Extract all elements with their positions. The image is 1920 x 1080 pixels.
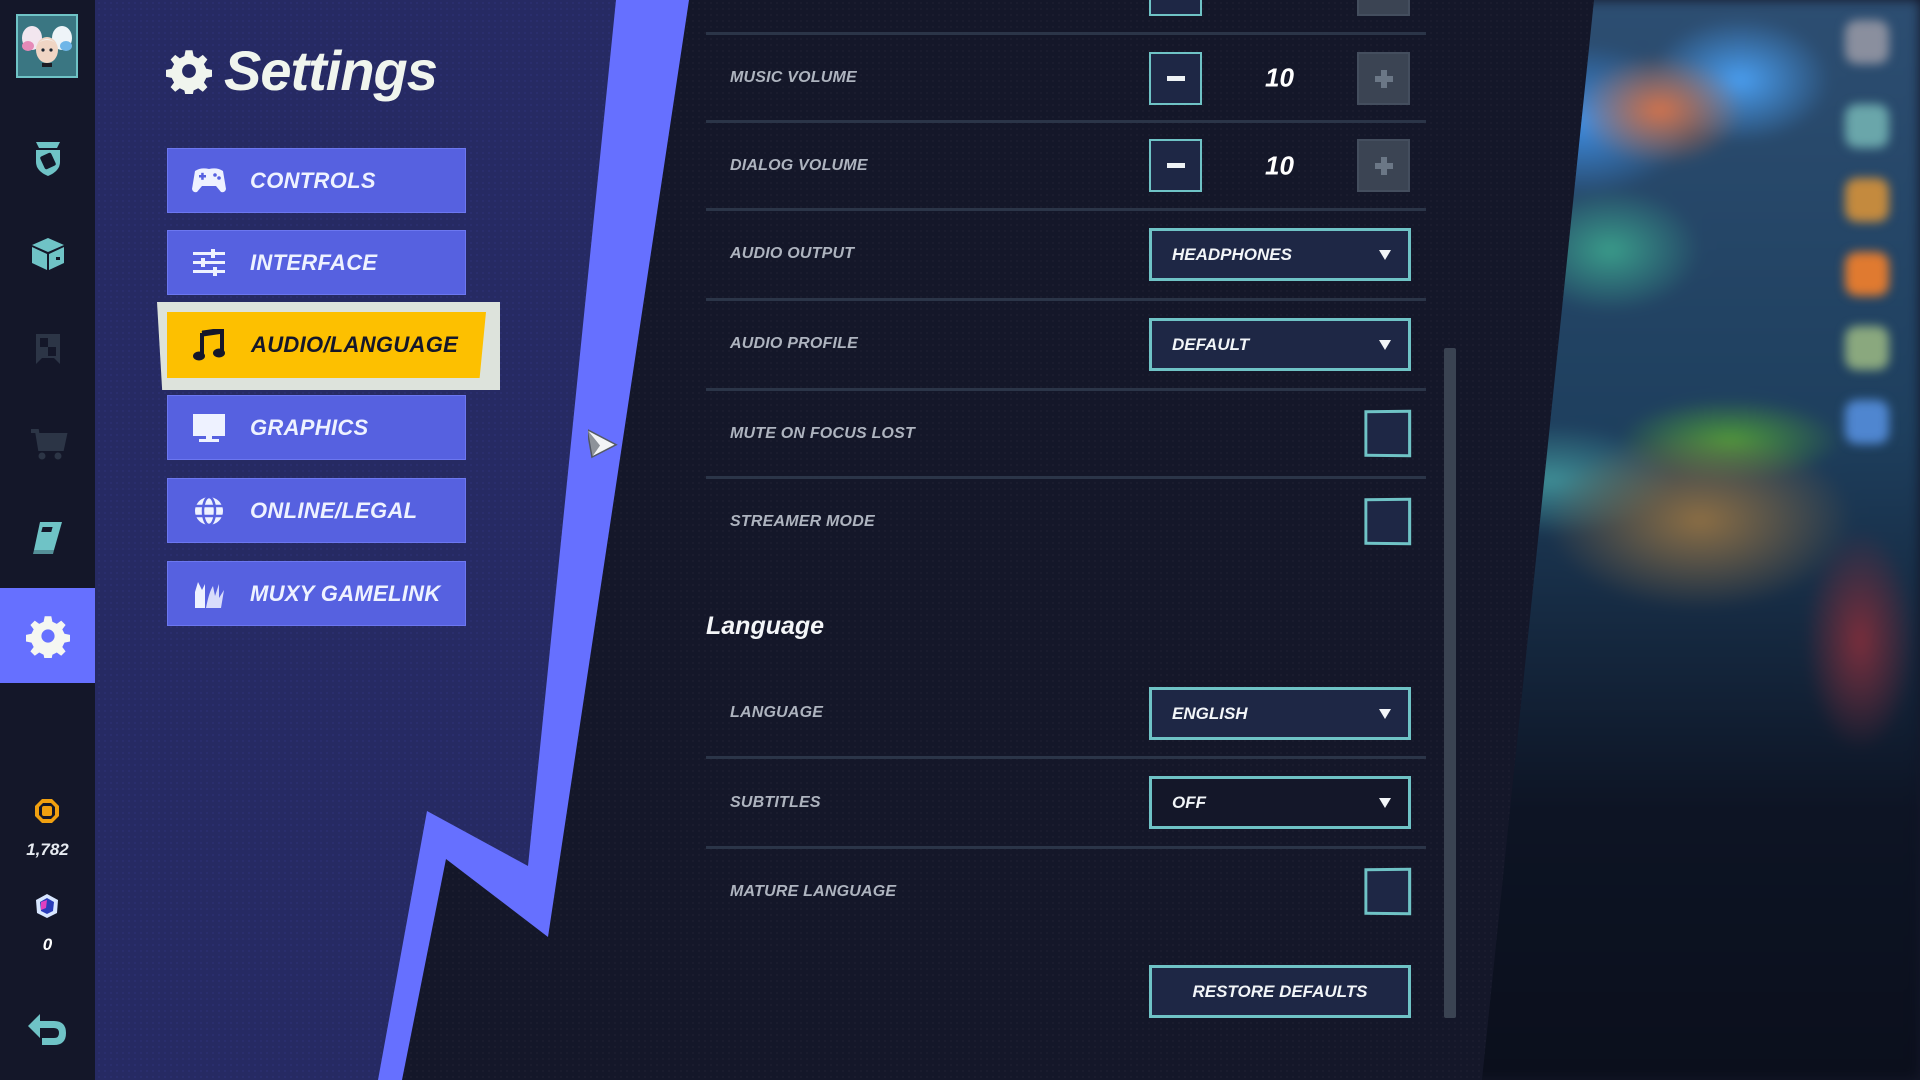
box-icon: [31, 238, 64, 270]
setting-label: AUDIO OUTPUT: [730, 245, 855, 262]
row-divider: [706, 756, 1426, 759]
dialog-volume-decrease-button[interactable]: [1149, 139, 1202, 192]
category-label: MUXY GAMELINK: [250, 580, 441, 606]
nav-store[interactable]: [0, 413, 95, 473]
restore-defaults-button[interactable]: RESTORE DEFAULTS: [1149, 965, 1411, 1018]
globe-icon: [195, 495, 223, 526]
setting-label: MUTE ON FOCUS LOST: [730, 425, 915, 442]
category-active-fill: AUDIO/LANGUAGE: [167, 312, 486, 378]
avatar[interactable]: [16, 14, 78, 78]
gamepad-icon: [192, 167, 226, 192]
caret-down-icon: [1379, 339, 1391, 350]
category-graphics[interactable]: GRAPHICS: [167, 395, 466, 460]
row-divider: [706, 120, 1426, 123]
audio-profile-dropdown[interactable]: DEFAULT: [1149, 318, 1411, 371]
settings-list: MUSIC VOLUME 10 DIALOG VOLUME 10 AUDIO O…: [706, 0, 1426, 1080]
category-label: AUDIO/LANGUAGE: [251, 332, 459, 357]
setting-label: AUDIO PROFILE: [730, 335, 858, 352]
sliders-icon: [193, 248, 225, 276]
coin-icon: [35, 799, 59, 823]
book-icon: [32, 522, 62, 554]
page-title: Settings: [166, 38, 438, 103]
music-volume-increase-button[interactable]: [1357, 52, 1410, 105]
nav-collection[interactable]: [0, 318, 95, 378]
nav-inventory[interactable]: [0, 223, 95, 283]
caret-down-icon: [1379, 708, 1391, 719]
mute-on-focus-lost-checkbox[interactable]: [1364, 409, 1412, 458]
section-heading-language: Language: [706, 612, 825, 640]
banner-icon: [35, 334, 60, 364]
nav-journal[interactable]: [0, 508, 95, 568]
setting-label: DIALOG VOLUME: [730, 157, 868, 174]
nav-battle-pass[interactable]: [0, 128, 95, 188]
music-volume-value: 10: [1265, 62, 1294, 93]
settings-scrollbar[interactable]: [1444, 348, 1456, 1018]
row-divider: [706, 476, 1426, 479]
nav-rail: 1,782 0: [0, 0, 95, 1080]
row-divider: [706, 298, 1426, 301]
audio-output-dropdown[interactable]: HEADPHONES: [1149, 228, 1411, 281]
plus-icon: [1374, 69, 1393, 88]
dialog-volume-value: 10: [1265, 150, 1294, 181]
row-divider: [706, 32, 1426, 35]
category-label: GRAPHICS: [250, 414, 369, 440]
mature-language-checkbox[interactable]: [1364, 867, 1412, 916]
row-divider: [706, 388, 1426, 391]
back-arrow-icon[interactable]: [24, 1010, 72, 1050]
dropdown-value: ENGLISH: [1172, 703, 1248, 723]
dialog-volume-increase-button[interactable]: [1357, 139, 1410, 192]
gold-count: 1,782: [26, 840, 69, 859]
nav-settings[interactable]: [0, 588, 95, 683]
music-volume-decrease-button[interactable]: [1149, 52, 1202, 105]
gear-icon: [166, 49, 212, 94]
cart-icon: [30, 429, 67, 460]
setting-label: MATURE LANGUAGE: [730, 883, 897, 900]
category-online-legal[interactable]: ONLINE/LEGAL: [167, 478, 466, 543]
shield-badge-icon: [35, 142, 60, 176]
minus-icon: [1166, 163, 1185, 168]
caret-down-icon: [1379, 797, 1391, 808]
language-dropdown[interactable]: ENGLISH: [1149, 687, 1411, 740]
gem-icon: [36, 894, 58, 918]
category-label: INTERFACE: [250, 249, 378, 275]
streamer-mode-checkbox[interactable]: [1364, 497, 1412, 546]
gem-count: 0: [42, 935, 53, 954]
player-avatar-icon: [18, 16, 76, 76]
monitor-icon: [193, 413, 225, 442]
mouse-cursor-icon: [588, 428, 618, 459]
dropdown-value: OFF: [1172, 792, 1206, 812]
dropdown-value: DEFAULT: [1172, 334, 1250, 354]
music-note-icon: [193, 329, 225, 361]
category-label: ONLINE/LEGAL: [250, 497, 418, 523]
previous-plus-button[interactable]: [1357, 0, 1410, 16]
setting-label: LANGUAGE: [730, 704, 824, 721]
caret-down-icon: [1379, 249, 1391, 260]
category-audio-language[interactable]: AUDIO/LANGUAGE: [157, 302, 500, 390]
category-controls[interactable]: CONTROLS: [167, 148, 466, 213]
category-muxy-gamelink[interactable]: MUXY GAMELINK: [167, 561, 466, 626]
minus-icon: [1166, 76, 1185, 81]
dropdown-value: HEADPHONES: [1172, 244, 1292, 264]
gear-icon: [25, 615, 70, 658]
previous-minus-button[interactable]: [1149, 0, 1202, 16]
setting-label: STREAMER MODE: [730, 513, 875, 530]
category-interface[interactable]: INTERFACE: [167, 230, 466, 295]
row-divider: [706, 208, 1426, 211]
setting-label: MUSIC VOLUME: [730, 69, 857, 86]
category-label: CONTROLS: [250, 167, 376, 193]
muxy-fox-icon: [195, 581, 224, 608]
page-title-text: Settings: [224, 39, 438, 102]
plus-icon: [1374, 156, 1393, 175]
row-divider: [706, 846, 1426, 849]
subtitles-dropdown[interactable]: OFF: [1149, 776, 1411, 829]
setting-label: SUBTITLES: [730, 794, 821, 811]
